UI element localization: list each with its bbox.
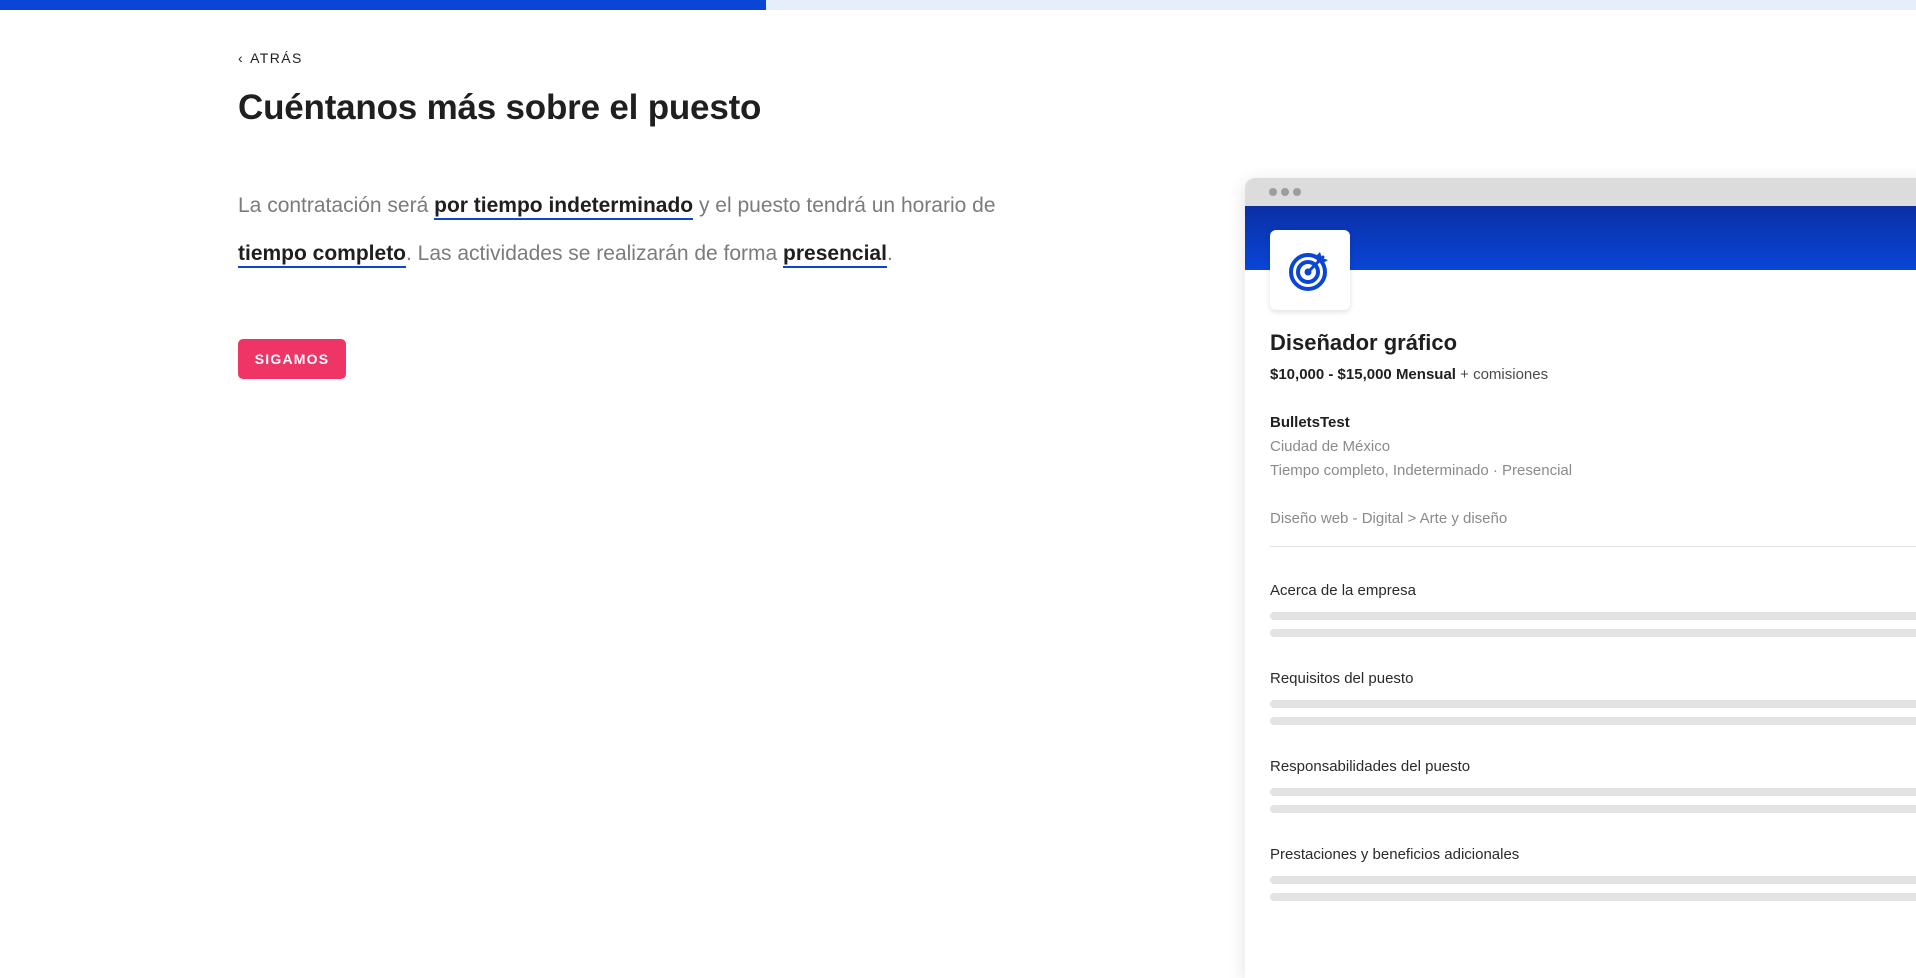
salary-extra: + comisiones	[1455, 366, 1549, 383]
window-dot	[1293, 188, 1301, 196]
progress-bar-fill	[0, 0, 767, 10]
salary-line: $10,000 - $15,000 Mensual + comisiones	[1270, 366, 1548, 383]
job-title: Diseñador gráfico	[1270, 330, 1458, 355]
job-preview-card: Diseñador gráfico $10,000 - $15,000 Mens…	[1245, 178, 1916, 978]
job-conditions-sentence: La contratación será por tiempo indeterm…	[238, 182, 1058, 278]
sentence-text-2: y el puesto tendrá un horario de	[693, 194, 996, 217]
window-dot	[1281, 188, 1289, 196]
section-title: Requisitos del puesto	[1270, 670, 1414, 687]
target-icon	[1289, 252, 1328, 291]
section-title: Responsabilidades del puesto	[1270, 758, 1471, 775]
section-title: Prestaciones y beneficios adicionales	[1270, 846, 1520, 863]
contract-type-selector[interactable]: por tiempo indeterminado	[434, 194, 694, 220]
text-placeholder	[1270, 700, 1916, 708]
modality-selector[interactable]: presencial	[783, 242, 887, 268]
company-logo	[1270, 230, 1350, 310]
page-title: Cuéntanos más sobre el puesto	[238, 88, 762, 127]
back-link[interactable]: ‹ ATRÁS	[238, 50, 303, 66]
job-location: Ciudad de México	[1270, 438, 1391, 455]
chevron-left-icon: ‹	[238, 50, 245, 66]
continue-button[interactable]: SIGAMOS	[238, 339, 346, 379]
window-dot	[1269, 188, 1277, 196]
employment-details: Tiempo completo, Indeterminado · Presenc…	[1270, 462, 1573, 479]
browser-window-bar	[1245, 178, 1916, 206]
text-placeholder	[1270, 893, 1916, 901]
back-link-label: ATRÁS	[250, 50, 303, 66]
text-placeholder	[1270, 876, 1916, 884]
text-placeholder	[1270, 805, 1916, 813]
company-name: BulletsTest	[1270, 414, 1350, 431]
divider	[1270, 546, 1916, 547]
sentence-text-4: .	[886, 242, 893, 265]
text-placeholder	[1270, 717, 1916, 725]
salary-amount: $10,000 - $15,000 Mensual	[1270, 366, 1456, 383]
text-placeholder	[1270, 612, 1916, 620]
job-category: Diseño web - Digital > Arte y diseño	[1270, 510, 1508, 527]
text-placeholder	[1270, 629, 1916, 637]
progress-bar	[0, 0, 1916, 10]
section-title: Acerca de la empresa	[1270, 582, 1416, 599]
schedule-selector[interactable]: tiempo completo	[238, 242, 407, 268]
sentence-text-1: La contratación será	[238, 194, 435, 217]
sentence-text-3: . Las actividades se realizarán de forma	[406, 242, 784, 265]
text-placeholder	[1270, 788, 1916, 796]
